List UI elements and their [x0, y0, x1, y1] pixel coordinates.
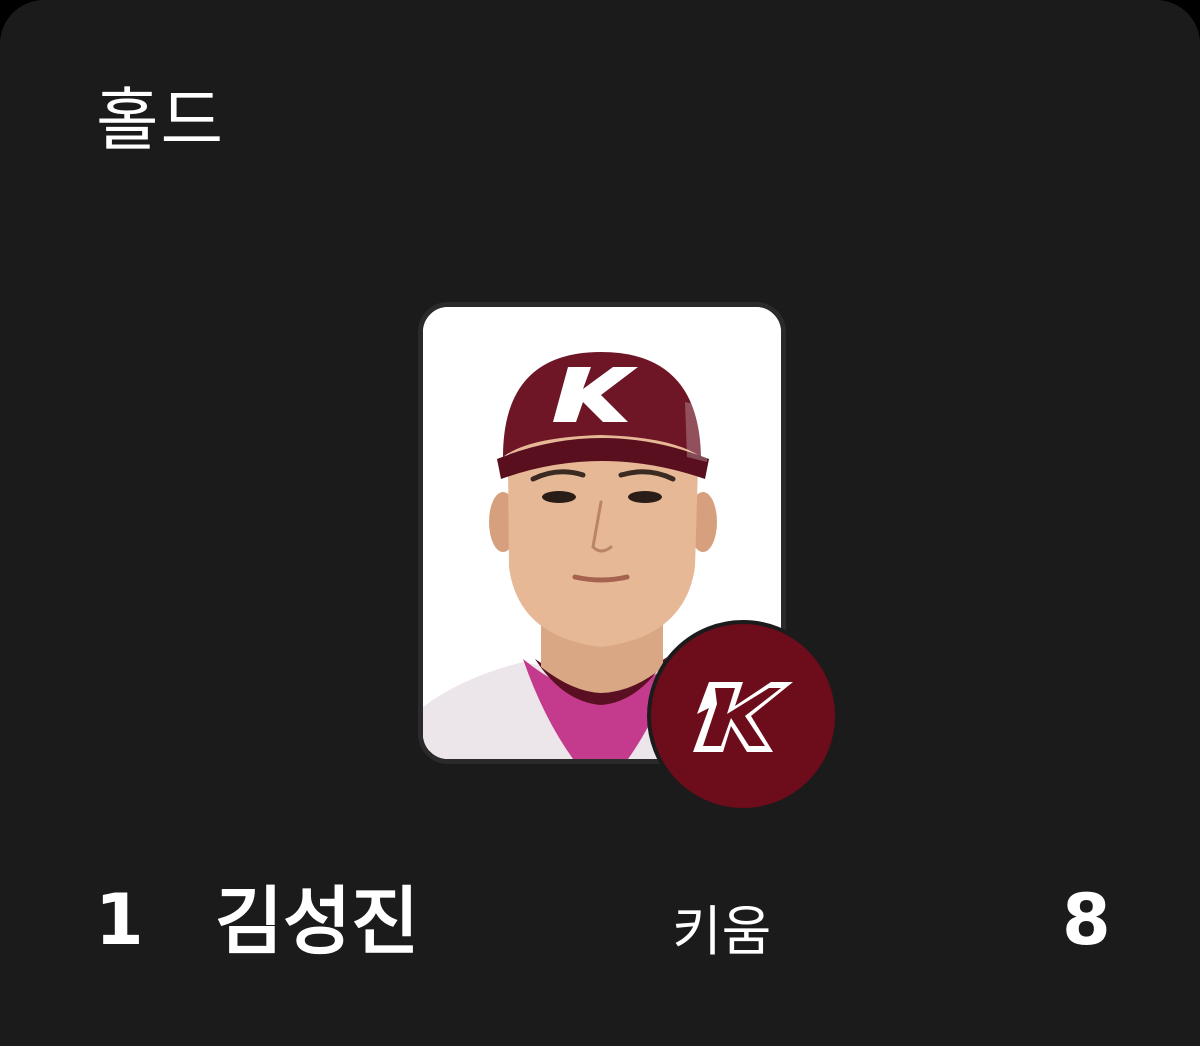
player-name[interactable]: 김성진	[215, 885, 419, 959]
stat-value: 8	[1062, 879, 1111, 961]
category-title: 홀드	[96, 82, 226, 161]
team-name: 키움	[672, 900, 772, 963]
team-logo-icon	[647, 620, 839, 812]
leaderboard-card[interactable]: 홀드 1 김성진 키움 8	[0, 0, 1200, 1046]
player-rank: 1	[95, 879, 144, 961]
